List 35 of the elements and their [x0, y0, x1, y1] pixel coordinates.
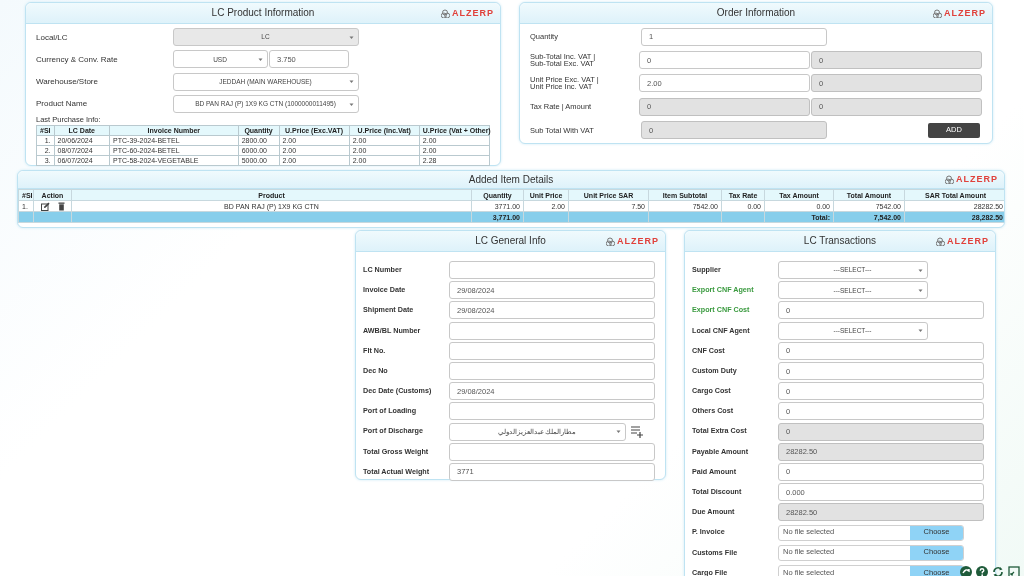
logo: ALZERP [933, 7, 986, 19]
trash-icon[interactable] [57, 201, 65, 211]
caret-icon [918, 328, 923, 334]
refresh-icon[interactable] [992, 566, 1004, 576]
field-label: Product Name [36, 99, 89, 109]
input-field[interactable] [449, 261, 655, 280]
input-field[interactable] [449, 442, 655, 461]
circle-arrow-icon[interactable] [960, 566, 972, 576]
panel-title: LC General Info [475, 235, 546, 247]
panel-title: LC Product Information [211, 7, 315, 19]
caret-icon [918, 287, 923, 293]
field-label: Local/LC [36, 32, 69, 42]
field-label: Currency & Conv. Rate [36, 54, 119, 65]
caret-icon [349, 34, 354, 40]
panel-title: Order Information [716, 7, 796, 19]
caret-icon [258, 56, 263, 62]
logo: ALZERP [936, 235, 989, 247]
help-icon[interactable] [976, 566, 988, 576]
panel-title: Added Item Details [468, 173, 554, 186]
panel-title: LC Transactions [803, 235, 877, 247]
input-field[interactable] [449, 341, 655, 360]
fullscreen-icon[interactable] [1008, 566, 1020, 576]
list-add-icon[interactable] [631, 425, 643, 439]
logo: ALZERP [945, 174, 998, 185]
caret-icon [349, 79, 354, 85]
caret-icon [349, 101, 354, 107]
field-label: Warehouse/Store [36, 77, 99, 87]
logo: ALZERP [441, 7, 494, 19]
caret-icon [616, 429, 621, 435]
input-field[interactable] [449, 362, 655, 381]
caret-icon [918, 267, 923, 273]
edit-icon[interactable] [40, 201, 50, 211]
logo: ALZERP [606, 235, 659, 247]
input-field[interactable] [449, 402, 655, 421]
input-field[interactable] [449, 321, 655, 340]
